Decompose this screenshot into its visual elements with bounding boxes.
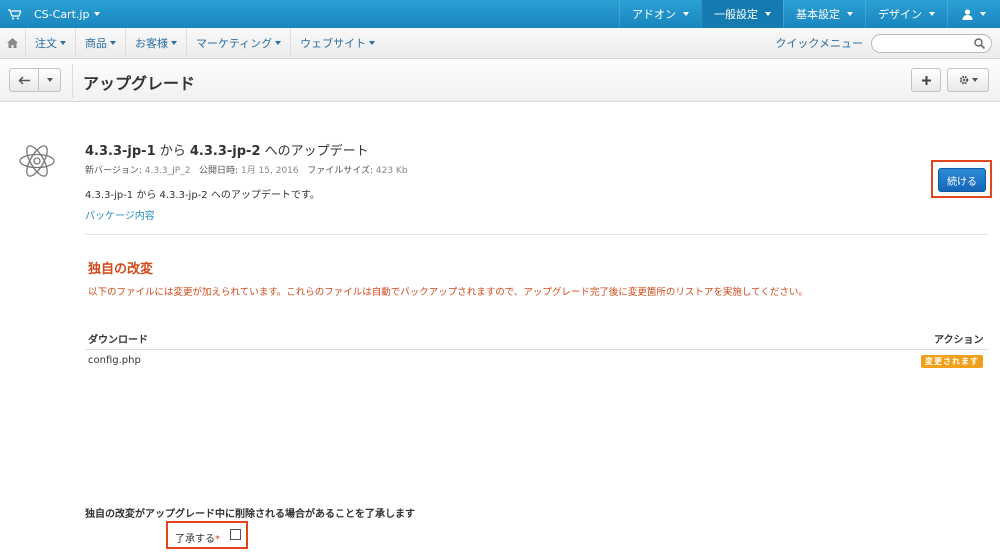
agree-highlight: 了承する* — [166, 521, 248, 549]
package-title: 4.3.3-jp-1 から 4.3.3-jp-2 へのアップデート — [85, 140, 369, 159]
confirmation-text: 独自の改変がアップグレード中に削除される場合があることを了承します — [85, 509, 415, 520]
status-badge: 変更されます — [921, 355, 983, 368]
new-version-label: 新バージョン: — [85, 166, 142, 176]
main-nav: 注文 商品 お客様 マーケティング ウェブサイト クイックメニュー — [0, 27, 1000, 59]
menu-basic-settings[interactable]: 基本設定 — [783, 0, 865, 28]
menu-design[interactable]: デザイン — [865, 0, 947, 28]
chevron-down-icon — [929, 12, 935, 16]
menu-design-label: デザイン — [878, 8, 922, 21]
quick-menu-link[interactable]: クイックメニュー — [775, 35, 863, 51]
history-dropdown[interactable] — [39, 68, 61, 92]
nav-marketing[interactable]: マーケティング — [187, 27, 292, 59]
chevron-down-icon — [847, 12, 853, 16]
add-button[interactable] — [911, 68, 941, 92]
package-meta: 新バージョン: 4.3.3_JP_2 公開日時: 1月 15, 2016 ファイ… — [85, 163, 408, 176]
package-description: 4.3.3-jp-1 から 4.3.3-jp-2 へのアップデートです。 — [85, 190, 320, 201]
title-suffix: へのアップデート — [260, 144, 369, 159]
release-date-value: 1月 15, 2016 — [240, 166, 299, 176]
menu-general-settings[interactable]: 一般設定 — [701, 0, 783, 28]
chevron-down-icon — [110, 41, 116, 45]
chevron-down-icon — [369, 41, 376, 45]
menu-addons[interactable]: アドオン — [619, 0, 701, 28]
section-divider — [85, 234, 988, 235]
table-header-divider — [85, 349, 988, 350]
user-menu[interactable] — [947, 0, 1000, 28]
divider — [72, 64, 73, 98]
gear-icon — [959, 75, 968, 85]
custom-changes-message: 以下のファイルには変更が加えられています。これらのファイルは自動でバックアップさ… — [88, 287, 808, 298]
top-bar: CS-Cart.jp アドオン 一般設定 基本設定 デザイン — [0, 0, 1000, 28]
nav-marketing-label: マーケティング — [196, 37, 273, 50]
atom-icon — [19, 145, 55, 177]
continue-highlight: 続ける — [931, 160, 992, 198]
nav-website-label: ウェブサイト — [300, 37, 367, 50]
chevron-down-icon — [971, 78, 978, 82]
menu-addons-label: アドオン — [632, 8, 676, 21]
page-title: アップグレード — [83, 74, 196, 93]
home-icon — [7, 38, 18, 48]
page-header: アップグレード — [0, 60, 1000, 102]
nav-products-label: 商品 — [85, 37, 107, 50]
agree-label-text: 了承する — [175, 534, 215, 545]
version-from: 4.3.3-jp-1 — [85, 144, 156, 159]
cart-icon[interactable] — [8, 8, 28, 20]
agree-checkbox[interactable] — [230, 529, 241, 540]
plus-icon — [921, 75, 931, 85]
chevron-down-icon — [683, 12, 689, 16]
home-button[interactable] — [0, 27, 26, 59]
chevron-down-icon — [46, 78, 53, 82]
chevron-down-icon — [94, 12, 101, 16]
main-content: 4.3.3-jp-1 から 4.3.3-jp-2 へのアップデート 新バージョン… — [0, 103, 1000, 557]
required-mark: * — [215, 534, 220, 545]
column-header-action: アクション — [934, 335, 984, 346]
settings-dropdown[interactable] — [947, 68, 989, 92]
agree-label: 了承する* — [175, 530, 220, 545]
nav-customers[interactable]: お客様 — [126, 27, 187, 59]
new-version-value: 4.3.3_JP_2 — [144, 166, 191, 176]
file-size-label: ファイルサイズ: — [307, 166, 373, 176]
search-icon — [974, 37, 985, 49]
column-header-download: ダウンロード — [88, 335, 148, 346]
store-selector[interactable]: CS-Cart.jp — [34, 7, 101, 21]
file-size-value: 423 Kb — [375, 166, 408, 176]
version-to: 4.3.3-jp-2 — [189, 144, 261, 159]
release-date-label: 公開日時: — [199, 166, 239, 176]
search-input[interactable] — [871, 33, 992, 53]
nav-website[interactable]: ウェブサイト — [291, 28, 384, 59]
nav-products[interactable]: 商品 — [76, 27, 126, 59]
menu-basic-settings-label: 基本設定 — [796, 8, 840, 21]
chevron-down-icon — [171, 41, 177, 45]
back-button[interactable] — [9, 68, 39, 92]
menu-general-settings-label: 一般設定 — [714, 8, 758, 21]
nav-orders[interactable]: 注文 — [26, 27, 76, 59]
chevron-down-icon — [60, 41, 66, 45]
table-row-file: config.php — [88, 355, 141, 366]
store-name: CS-Cart.jp — [34, 7, 90, 21]
user-icon — [962, 8, 973, 20]
chevron-down-icon — [980, 12, 986, 16]
package-contents-link[interactable]: パッケージ内容 — [85, 207, 155, 222]
continue-button[interactable]: 続ける — [938, 168, 986, 192]
nav-customers-label: お客様 — [135, 37, 168, 50]
title-connector: から — [155, 144, 190, 159]
chevron-down-icon — [765, 12, 771, 16]
back-arrow-icon — [17, 75, 30, 85]
nav-orders-label: 注文 — [35, 37, 57, 50]
chevron-down-icon — [275, 41, 282, 45]
custom-changes-title: 独自の改変 — [88, 262, 154, 277]
